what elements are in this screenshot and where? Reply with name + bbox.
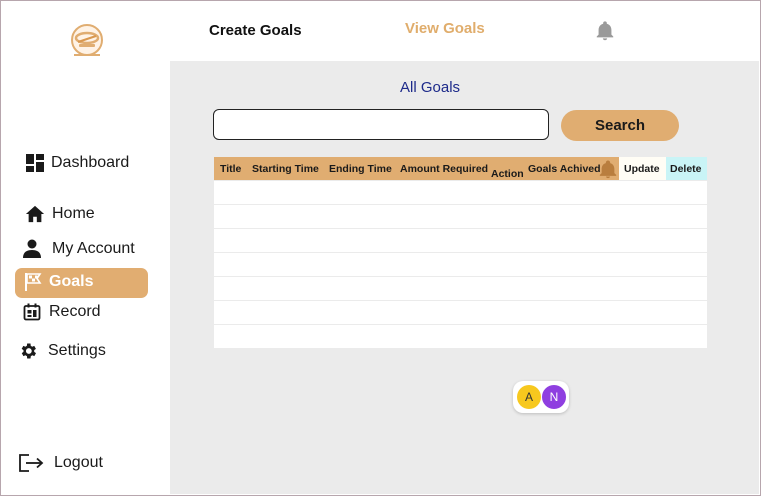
table-row bbox=[214, 325, 707, 348]
table-row bbox=[214, 253, 707, 276]
logout-label: Logout bbox=[54, 454, 103, 471]
flag-icon bbox=[23, 272, 43, 292]
page-title: All Goals bbox=[400, 79, 461, 96]
table-header: Title Starting Time Ending Time Amount R… bbox=[214, 157, 707, 180]
sidebar-item-label: Dashboard bbox=[51, 154, 130, 171]
bell-icon bbox=[599, 160, 617, 179]
sidebar-item-settings[interactable]: Settings bbox=[18, 341, 106, 361]
sidebar-item-label: Record bbox=[49, 303, 101, 320]
user-icon bbox=[22, 239, 42, 259]
column-header-ending-time[interactable]: Ending Time bbox=[329, 157, 392, 180]
sidebar-item-my-account[interactable]: My Account bbox=[22, 239, 135, 259]
sidebar-item-goals[interactable]: Goals bbox=[23, 272, 93, 292]
search-input[interactable] bbox=[213, 109, 549, 140]
collaborator-avatars: A N bbox=[513, 381, 569, 413]
column-header-title[interactable]: Title bbox=[220, 157, 241, 180]
column-header-delete[interactable]: Delete bbox=[670, 157, 702, 180]
goals-table: Title Starting Time Ending Time Amount R… bbox=[214, 157, 707, 348]
table-row bbox=[214, 181, 707, 204]
sidebar-item-label: Goals bbox=[49, 273, 94, 290]
sidebar-item-home[interactable]: Home bbox=[25, 204, 95, 224]
column-header-update[interactable]: Update bbox=[624, 157, 660, 180]
table-row bbox=[214, 229, 707, 252]
gear-icon bbox=[18, 341, 38, 361]
column-header-starting-time[interactable]: Starting Time bbox=[252, 157, 319, 180]
logout-button[interactable]: Logout bbox=[18, 453, 103, 473]
table-row bbox=[214, 301, 707, 324]
sidebar-item-dashboard[interactable]: Dashboard bbox=[25, 153, 129, 173]
avatar[interactable]: N bbox=[541, 383, 567, 410]
column-header-goals-achived[interactable]: Goals Achived bbox=[528, 157, 601, 180]
column-header-amount-required[interactable]: Amount Required bbox=[400, 157, 488, 180]
search-button[interactable]: Search bbox=[561, 110, 679, 141]
app-logo bbox=[71, 24, 103, 56]
sidebar-item-label: Home bbox=[52, 205, 95, 222]
view-goals-link[interactable]: View Goals bbox=[405, 20, 485, 37]
create-goals-link[interactable]: Create Goals bbox=[209, 22, 302, 39]
sidebar-item-record[interactable]: Record bbox=[22, 302, 101, 322]
dashboard-icon bbox=[25, 153, 45, 173]
record-icon bbox=[22, 302, 42, 322]
table-row bbox=[214, 277, 707, 300]
sidebar-item-label: Settings bbox=[48, 342, 106, 359]
table-row bbox=[214, 205, 707, 228]
logout-icon bbox=[18, 453, 44, 473]
bell-icon[interactable] bbox=[594, 20, 616, 42]
home-icon bbox=[25, 204, 45, 224]
sidebar-item-label: My Account bbox=[52, 240, 135, 257]
avatar[interactable]: A bbox=[517, 385, 541, 409]
